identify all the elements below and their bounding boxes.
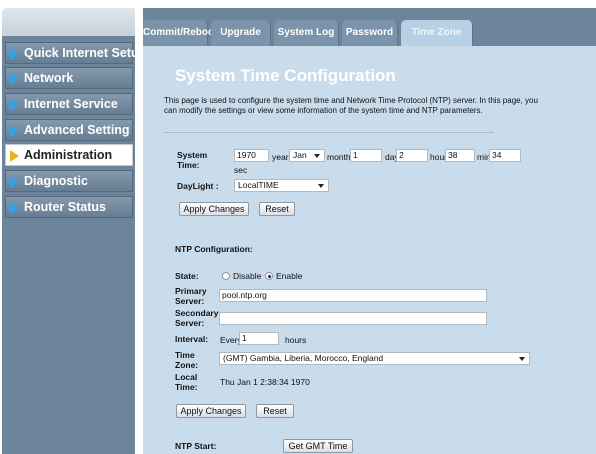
local-time-value: Thu Jan 1 2:38:34 1970 bbox=[220, 377, 310, 387]
chevron-down-icon bbox=[314, 154, 320, 158]
sidebar-item-router-status[interactable]: Router Status bbox=[5, 196, 133, 218]
page-title: System Time Configuration bbox=[175, 66, 396, 85]
tab-commit-reboot[interactable]: Commit/Reboot bbox=[143, 20, 217, 46]
sidebar-item-network[interactable]: Network bbox=[5, 67, 133, 89]
primary-server-label: Primary Server: bbox=[175, 286, 207, 306]
secondary-server-label: Secondary Server: bbox=[175, 308, 219, 328]
state-label: State: bbox=[175, 271, 199, 281]
reset-button[interactable]: Reset bbox=[259, 202, 295, 216]
state-enable-radio[interactable] bbox=[265, 272, 273, 280]
ntp-start-label: NTP Start: bbox=[175, 441, 217, 451]
sidebar-item-quick-internet-setup[interactable]: Quick Internet Setup bbox=[5, 42, 146, 64]
sidebar-item-internet-service[interactable]: Internet Service bbox=[5, 93, 133, 115]
time-zone-value: (GMT) Gambia, Liberia, Morocco, England bbox=[223, 353, 384, 363]
local-time-label: Local Time: bbox=[175, 372, 198, 392]
secondary-server-input[interactable] bbox=[219, 312, 487, 325]
divider bbox=[164, 132, 494, 133]
tab-bar: Commit/Reboot Upgrade System Log Passwor… bbox=[143, 20, 596, 46]
daylight-label: DayLight : bbox=[177, 181, 219, 191]
arrow-right-icon bbox=[10, 99, 19, 111]
state-disable-radio[interactable] bbox=[222, 272, 230, 280]
interval-input[interactable]: 1 bbox=[239, 332, 279, 345]
sidebar-item-diagnostic[interactable]: Diagnostic bbox=[5, 170, 133, 192]
time-zone-select[interactable]: (GMT) Gambia, Liberia, Morocco, England bbox=[219, 352, 530, 365]
apply-changes-button[interactable]: Apply Changes bbox=[179, 202, 249, 216]
primary-server-input[interactable]: pool.ntp.org bbox=[219, 289, 487, 302]
month-select[interactable]: Jan bbox=[289, 149, 325, 162]
arrow-right-icon bbox=[10, 176, 19, 188]
arrow-right-icon bbox=[10, 125, 19, 137]
second-input[interactable]: 34 bbox=[489, 149, 521, 162]
state-disable-label: Disable bbox=[233, 271, 262, 281]
arrow-right-icon bbox=[10, 73, 19, 85]
sidebar-item-advanced-setting[interactable]: Advanced Setting bbox=[5, 119, 133, 141]
router-admin-page: Quick Internet Setup Network Internet Se… bbox=[0, 0, 596, 454]
minute-input[interactable]: 38 bbox=[445, 149, 475, 162]
arrow-right-icon bbox=[10, 150, 19, 162]
year-unit: year bbox=[272, 152, 289, 162]
arrow-right-icon bbox=[10, 48, 19, 60]
year-input[interactable]: 1970 bbox=[234, 149, 269, 162]
second-unit: sec bbox=[234, 165, 248, 175]
time-zone-label: Time Zone: bbox=[175, 350, 199, 370]
daylight-select[interactable]: LocalTIME bbox=[234, 179, 329, 192]
hour-input[interactable]: 2 bbox=[396, 149, 428, 162]
sidebar-header bbox=[2, 8, 135, 36]
month-value: Jan bbox=[293, 150, 307, 160]
tab-upgrade[interactable]: Upgrade bbox=[211, 20, 271, 46]
interval-label: Interval: bbox=[175, 334, 209, 344]
tab-time-zone[interactable]: Time Zone bbox=[401, 20, 473, 46]
chevron-down-icon bbox=[318, 184, 324, 188]
ntp-apply-changes-button[interactable]: Apply Changes bbox=[176, 404, 246, 418]
tab-password[interactable]: Password bbox=[342, 20, 398, 46]
ntp-heading: NTP Configuration: bbox=[175, 244, 253, 254]
get-gmt-time-button[interactable]: Get GMT Time bbox=[283, 439, 353, 453]
sidebar-item-administration[interactable]: Administration bbox=[5, 144, 133, 166]
state-enable-label: Enable bbox=[276, 271, 303, 281]
chevron-down-icon bbox=[519, 357, 525, 361]
interval-unit: hours bbox=[285, 335, 307, 345]
ntp-reset-button[interactable]: Reset bbox=[256, 404, 294, 418]
content-area: System Time Configuration This page is u… bbox=[143, 46, 596, 454]
page-intro: This page is used to configure the syste… bbox=[164, 96, 538, 115]
month-unit: month bbox=[327, 152, 351, 162]
day-input[interactable]: 1 bbox=[350, 149, 382, 162]
arrow-right-icon bbox=[10, 202, 19, 214]
daylight-value: LocalTIME bbox=[238, 180, 279, 190]
system-time-label: System Time: bbox=[177, 150, 208, 170]
tab-system-log[interactable]: System Log bbox=[274, 20, 339, 46]
main-panel: Commit/Reboot Upgrade System Log Passwor… bbox=[143, 8, 596, 454]
